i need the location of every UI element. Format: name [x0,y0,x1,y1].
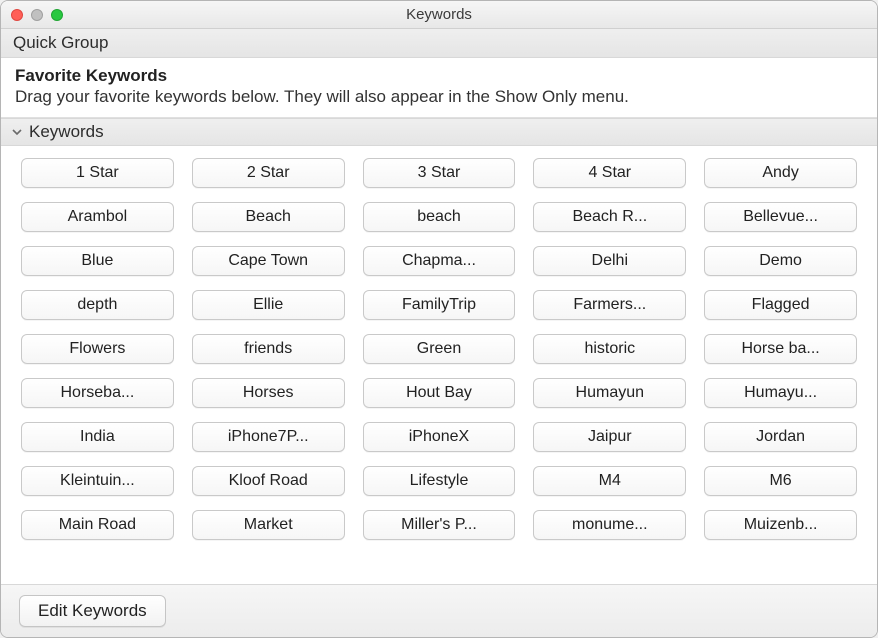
keywords-section-label: Keywords [29,122,104,142]
keyword-button[interactable]: Hout Bay [363,378,516,408]
keyword-button[interactable]: Flowers [21,334,174,364]
close-button[interactable] [11,9,23,21]
keyword-button[interactable]: Kleintuin... [21,466,174,496]
keyword-button[interactable]: beach [363,202,516,232]
keyword-button[interactable]: Market [192,510,345,540]
keyword-button[interactable]: Muizenb... [704,510,857,540]
keyword-button[interactable]: Farmers... [533,290,686,320]
keyword-button[interactable]: Beach R... [533,202,686,232]
keyword-button[interactable]: Horseba... [21,378,174,408]
keyword-button[interactable]: Bellevue... [704,202,857,232]
keyword-button[interactable]: Ellie [192,290,345,320]
titlebar: Keywords [1,1,877,29]
quick-group-header[interactable]: Quick Group [1,29,877,58]
keyword-button[interactable]: Andy [704,158,857,188]
favorites-section: Favorite Keywords Drag your favorite key… [1,58,877,118]
favorites-description: Drag your favorite keywords below. They … [15,87,863,107]
keyword-button[interactable]: 3 Star [363,158,516,188]
keyword-button[interactable]: Cape Town [192,246,345,276]
keywords-window: Keywords Quick Group Favorite Keywords D… [0,0,878,638]
chevron-down-icon[interactable] [11,126,23,138]
keyword-button[interactable]: monume... [533,510,686,540]
keyword-button[interactable]: Humayun [533,378,686,408]
keywords-header[interactable]: Keywords [1,118,877,146]
keyword-button[interactable]: 2 Star [192,158,345,188]
keyword-button[interactable]: Beach [192,202,345,232]
keyword-button[interactable]: Flagged [704,290,857,320]
keyword-button[interactable]: Main Road [21,510,174,540]
keyword-grid: 1 Star 2 Star 3 Star 4 Star Andy Arambol Beach… [1,146,877,584]
keyword-button[interactable]: iPhoneX [363,422,516,452]
keyword-button[interactable]: historic [533,334,686,364]
minimize-button[interactable] [31,9,43,21]
keyword-button[interactable]: M4 [533,466,686,496]
keyword-button[interactable]: Blue [21,246,174,276]
favorites-title: Favorite Keywords [15,66,863,86]
keyword-button[interactable]: Green [363,334,516,364]
keyword-button[interactable]: FamilyTrip [363,290,516,320]
keyword-button[interactable]: Lifestyle [363,466,516,496]
keyword-button[interactable]: 1 Star [21,158,174,188]
keyword-button[interactable]: friends [192,334,345,364]
keyword-button[interactable]: Chapma... [363,246,516,276]
keyword-button[interactable]: iPhone7P... [192,422,345,452]
traffic-lights [1,9,63,21]
keyword-button[interactable]: Horse ba... [704,334,857,364]
keyword-button[interactable]: Kloof Road [192,466,345,496]
quick-group-label: Quick Group [13,33,108,52]
zoom-button[interactable] [51,9,63,21]
keyword-button[interactable]: Demo [704,246,857,276]
keyword-button[interactable]: Arambol [21,202,174,232]
keyword-button[interactable]: depth [21,290,174,320]
footer: Edit Keywords [1,584,877,637]
keyword-button[interactable]: Delhi [533,246,686,276]
keyword-button[interactable]: Humayu... [704,378,857,408]
keyword-button[interactable]: Jaipur [533,422,686,452]
keyword-button[interactable]: Miller's P... [363,510,516,540]
keyword-button[interactable]: India [21,422,174,452]
edit-keywords-button[interactable]: Edit Keywords [19,595,166,627]
keyword-button[interactable]: Jordan [704,422,857,452]
keyword-button[interactable]: 4 Star [533,158,686,188]
keyword-button[interactable]: M6 [704,466,857,496]
window-title: Keywords [1,6,877,23]
keyword-button[interactable]: Horses [192,378,345,408]
